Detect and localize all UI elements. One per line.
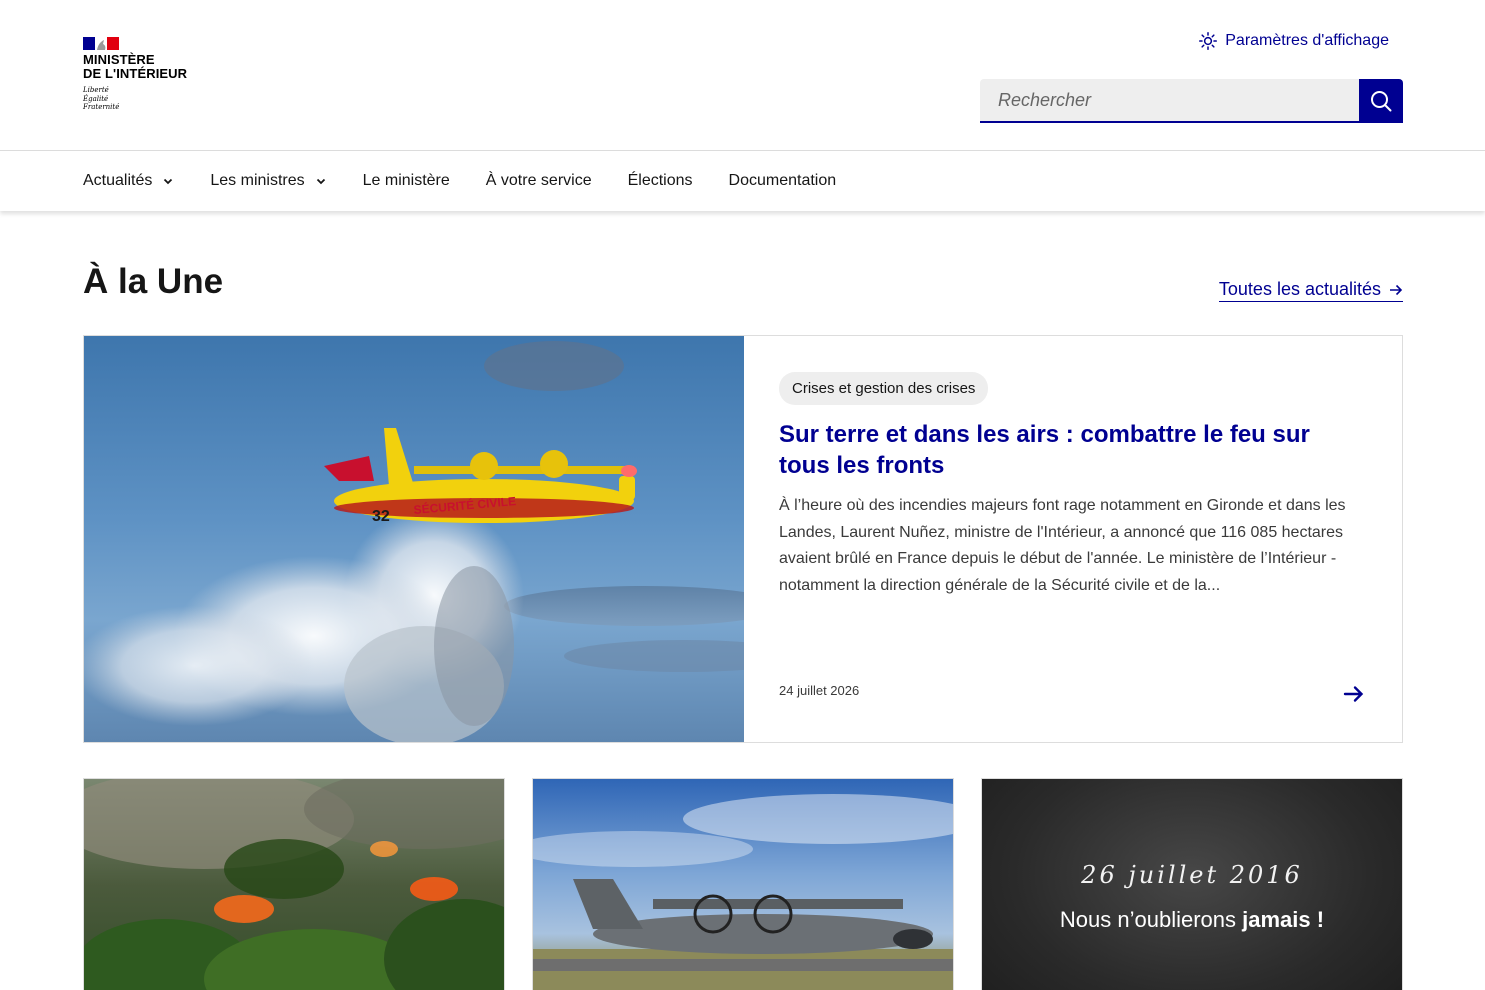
nav-item-ministere[interactable]: Le ministère <box>363 172 450 190</box>
firefighting-plane-image: 32 SÉCURITÉ CIVILE <box>84 336 744 742</box>
nav-item-elections[interactable]: Élections <box>628 172 693 190</box>
search-bar <box>980 79 1403 123</box>
main-navigation: Actualités Les ministres Le ministère À … <box>0 151 1485 211</box>
logo-title: MINISTÈRE DE L'INTÉRIEUR <box>83 52 188 81</box>
featured-article-body: Crises et gestion des crises Sur terre e… <box>744 336 1402 742</box>
nav-item-ministres[interactable]: Les ministres <box>210 172 326 190</box>
featured-article-card[interactable]: 32 SÉCURITÉ CIVILE Crises et gestion des… <box>83 335 1403 743</box>
nav-item-label: Élections <box>627 172 693 189</box>
memorial-date: 26 juillet 2016 <box>1081 861 1303 889</box>
display-settings-label: Paramètres d'affichage <box>1225 32 1389 49</box>
nav-item-label: Le ministère <box>362 172 450 189</box>
forest-fire-image <box>84 779 504 990</box>
nav-item-label: Documentation <box>728 172 837 189</box>
arrow-right-icon[interactable] <box>1342 682 1366 706</box>
plane-number: 32 <box>372 508 390 525</box>
chevron-down-icon <box>316 178 325 185</box>
marianne-flag-icon <box>83 37 119 50</box>
section-title: À la Une <box>83 262 224 301</box>
forest-fire-card[interactable] <box>83 778 505 990</box>
nav-item-label: À votre service <box>485 172 592 189</box>
nav-item-documentation[interactable]: Documentation <box>729 172 837 190</box>
memorial-card[interactable]: 26 juillet 2016 Nous n’oublierons jamais… <box>981 778 1403 990</box>
article-description: À l’heure où des incendies majeurs font … <box>779 497 1346 594</box>
chevron-down-icon <box>164 178 173 185</box>
military-aircraft-card[interactable] <box>532 778 954 990</box>
military-aircraft-image <box>533 794 953 990</box>
search-button[interactable] <box>1359 79 1403 123</box>
all-news-label: Toutes les actualités <box>1218 279 1381 299</box>
arrow-right-icon <box>1390 284 1403 295</box>
nav-item-label: Les ministres <box>210 172 305 189</box>
all-news-link[interactable]: Toutes les actualités <box>1218 279 1403 302</box>
nav-item-votre-service[interactable]: À votre service <box>486 172 592 190</box>
article-date: 24 juillet 2026 <box>779 683 860 698</box>
sun-icon <box>1199 32 1218 50</box>
nav-item-actualites[interactable]: Actualités <box>83 172 174 190</box>
article-tag[interactable]: Crises et gestion des crises <box>779 372 989 405</box>
nav-item-label: Actualités <box>83 172 153 189</box>
site-header: MINISTÈRE DE L'INTÉRIEUR Liberté Égalité… <box>0 0 1485 151</box>
display-settings-button[interactable]: Paramètres d'affichage <box>1199 32 1389 50</box>
search-icon <box>1371 91 1392 112</box>
ministry-logo[interactable]: MINISTÈRE DE L'INTÉRIEUR Liberté Égalité… <box>83 37 203 112</box>
republic-motto: Liberté Égalité Fraternité <box>83 86 120 111</box>
memorial-text: Nous n’oublierons jamais ! <box>1059 907 1325 932</box>
search-input[interactable] <box>980 79 1359 123</box>
article-title[interactable]: Sur terre et dans les airs : combattre l… <box>779 419 1366 481</box>
